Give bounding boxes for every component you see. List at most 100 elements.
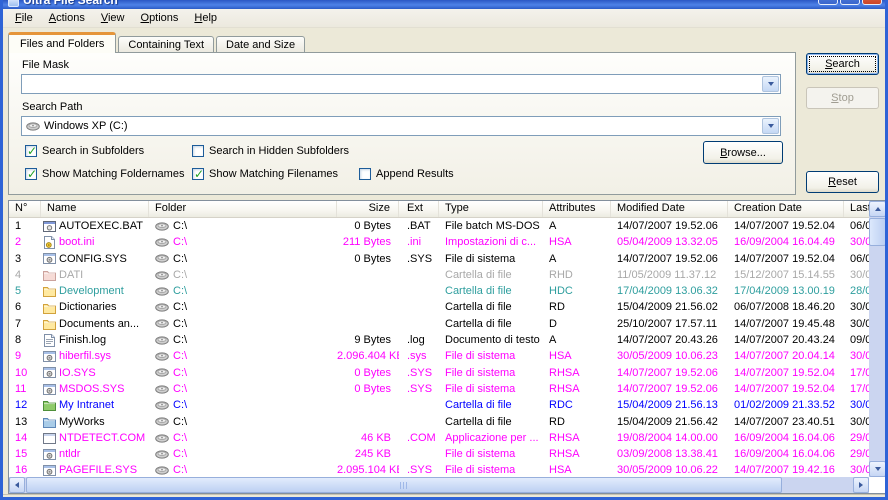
creation-date: 14/07/2007 23.40.51 [734,415,835,428]
checkbox-show-matching-foldernames[interactable]: Show Matching Foldernames [25,167,184,181]
maximize-button[interactable] [840,0,860,5]
table-row[interactable]: 5 Development C:\ Cartella di file HDC 17/04/… [9,283,885,299]
table-row[interactable]: 14 NTDETECT.COM C:\ 46 KB .COM Applicazione p… [9,430,885,446]
drive-icon [155,238,169,247]
row-number: 15 [15,448,28,461]
checkbox-show-matching-filenames[interactable]: Show Matching Filenames [192,167,338,181]
reset-button[interactable]: Reset [806,171,879,193]
column-header-size[interactable]: Size [337,201,399,217]
file-name: boot.ini [41,234,149,250]
table-row[interactable]: 15 ntldr C:\ 245 KB File di sistema RHSA 03/09… [9,446,885,462]
table-row[interactable]: 8 Finish.log C:\ 9 Bytes .log Documento di te… [9,332,885,348]
column-header-ext[interactable]: Ext [399,201,439,217]
search-button[interactable]: Search [806,53,879,75]
table-row[interactable]: 3 CONFIG.SYS C:\ 0 Bytes .SYS File di sistema… [9,251,885,267]
browse-button[interactable]: Browse... [703,141,783,164]
table-row[interactable]: 6 Dictionaries C:\ Cartella di file RD 15/04/… [9,299,885,315]
search-path-dropdown-icon[interactable] [762,118,779,134]
file-folder: C:\ [149,267,337,283]
file-mask-combo[interactable] [21,74,781,94]
menu-item-options[interactable]: Options [133,10,187,26]
file-ext: .SYS [407,382,433,395]
file-folder: C:\ [149,218,337,234]
system-file-icon [43,366,56,379]
file-type: Cartella di file [445,399,512,412]
checkbox-search-in-subfolders[interactable]: Search in Subfolders [25,144,144,158]
modified-date: 14/07/2007 19.52.06 [617,366,718,379]
vertical-scroll-thumb[interactable] [869,218,885,246]
scroll-right-icon[interactable] [853,477,869,493]
file-folder: C:\ [149,414,337,430]
column-header-creation-date[interactable]: Creation Date [728,201,844,217]
scroll-left-icon[interactable] [9,477,25,493]
row-number: 2 [15,236,22,249]
file-folder: C:\ [149,316,337,332]
horizontal-scroll-thumb[interactable] [26,477,782,493]
system-file-icon [43,350,56,363]
folder-hidden-icon [43,269,56,282]
table-row[interactable]: 11 MSDOS.SYS C:\ 0 Bytes .SYS File di sistema… [9,381,885,397]
table-row[interactable]: 9 hiberfil.sys C:\ 2.096.404 KB .sys File di … [9,348,885,364]
file-type: Cartella di file [445,301,512,314]
app-file-icon [43,432,56,445]
file-type: Documento di testo [445,334,540,347]
file-attributes: RHSA [549,431,580,444]
file-mask-dropdown-icon[interactable] [762,76,779,92]
folder-blue-icon [43,416,56,428]
table-row[interactable]: 2 boot.ini C:\ 211 Bytes .ini Impostazioni di… [9,234,885,250]
column-header-name[interactable]: Name [41,201,149,217]
column-header-attributes[interactable]: Attributes [543,201,611,217]
file-mask-label: File Mask [22,59,70,71]
creation-date: 16/09/2004 16.04.06 [734,448,835,461]
menu-bar: File Actions View Options Help [3,9,885,28]
column-header-folder[interactable]: Folder [149,201,337,217]
checkbox-append-results[interactable]: Append Results [359,167,454,181]
file-size: 211 Bytes [342,236,391,249]
close-button[interactable] [862,0,882,5]
minimize-button[interactable] [818,0,838,5]
table-row[interactable]: 10 IO.SYS C:\ 0 Bytes .SYS File di sistema RHS… [9,365,885,381]
file-folder: C:\ [149,397,337,413]
drive-icon [155,417,169,426]
column-header-type[interactable]: Type [439,201,543,217]
file-name: Development [41,283,149,299]
file-type: File di sistema [445,366,516,379]
table-row[interactable]: 1 AUTOEXEC.BAT C:\ 0 Bytes .BAT File batch MS… [9,218,885,234]
file-folder: C:\ [149,365,337,381]
menu-item-actions[interactable]: Actions [41,10,93,26]
scroll-down-icon[interactable] [869,461,885,477]
folder-icon [43,318,56,330]
menu-item-help[interactable]: Help [186,10,225,26]
horizontal-scrollbar[interactable] [9,477,869,493]
row-number: 1 [15,220,22,232]
file-name: Documents an... [41,316,149,332]
menu-item-file[interactable]: File [7,10,41,26]
search-path-combo[interactable]: Windows XP (C:) [21,116,781,136]
folder-green-icon [43,399,56,412]
column-header-n[interactable]: N° [9,201,41,217]
tab-date-and-size[interactable]: Date and Size [216,36,306,53]
tab-files-and-folders[interactable]: Files and Folders [8,32,117,53]
table-row[interactable]: 12 My Intranet C:\ Cartella di file RDC 15/04… [9,397,885,413]
ini-file-icon [43,235,56,249]
app-window: Ultra File Search File Actions View Options… [0,0,888,500]
drive-icon [155,336,169,345]
row-number: 5 [15,285,22,298]
table-row[interactable]: 13 MyWorks C:\ Cartella di file RD 15/04/2009… [9,414,885,430]
file-attributes: A [549,334,557,347]
file-attributes: HSA [549,350,572,363]
folder-icon [43,302,56,314]
drive-icon [155,433,169,443]
file-name: MyWorks [41,414,149,430]
tab-containing-text[interactable]: Containing Text [118,36,214,53]
menu-item-view[interactable]: View [93,10,133,26]
column-header-modified-date[interactable]: Modified Date [611,201,728,217]
scroll-up-icon[interactable] [869,201,885,217]
checkbox-box [25,144,37,158]
table-row[interactable]: 4 DATI C:\ Cartella di file RHD 11/05/2009 11… [9,267,885,283]
vertical-scrollbar[interactable] [869,201,885,477]
creation-date: 14/07/2007 19.52.04 [734,366,835,379]
checkbox-search-in-hidden-subfolders[interactable]: Search in Hidden Subfolders [192,144,349,158]
system-file-icon [43,383,56,396]
table-row[interactable]: 7 Documents an... C:\ Cartella di file D 25/1… [9,316,885,332]
